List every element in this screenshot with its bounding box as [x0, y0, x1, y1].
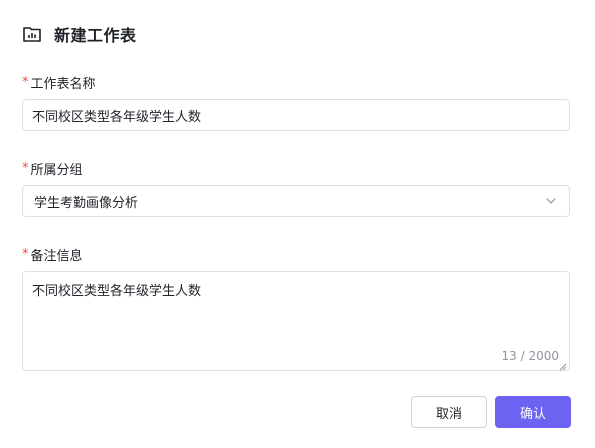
group-label: * 所属分组: [22, 159, 83, 178]
group-label-text: 所属分组: [30, 163, 83, 178]
notes-label: * 备注信息: [22, 245, 83, 264]
worksheet-name-input[interactable]: 不同校区类型各年级学生人数: [22, 99, 570, 131]
notes-textarea[interactable]: 不同校区类型各年级学生人数 13 / 2000: [22, 271, 570, 371]
new-worksheet-dialog: 新建工作表 * 工作表名称 不同校区类型各年级学生人数 * 所属分组 学生考勤画…: [0, 0, 595, 448]
name-label: * 工作表名称: [22, 73, 96, 92]
char-counter: 13 / 2000: [501, 349, 559, 363]
group-selected-value: 学生考勤画像分析: [34, 195, 139, 211]
notes-label-text: 备注信息: [30, 249, 83, 264]
dialog-header: 新建工作表: [22, 22, 137, 46]
folder-chart-icon: [22, 24, 42, 44]
group-select[interactable]: 学生考勤画像分析: [22, 185, 570, 217]
name-label-text: 工作表名称: [30, 77, 96, 92]
required-mark: *: [22, 75, 29, 90]
confirm-button[interactable]: 确认: [495, 396, 571, 428]
notes-value: 不同校区类型各年级学生人数: [32, 284, 202, 299]
resize-handle-icon[interactable]: [559, 360, 567, 371]
chevron-down-icon: [544, 194, 558, 208]
cancel-button[interactable]: 取消: [411, 396, 487, 428]
required-mark: *: [22, 247, 29, 262]
dialog-title: 新建工作表: [54, 26, 137, 45]
worksheet-name-value: 不同校区类型各年级学生人数: [32, 109, 202, 125]
required-mark: *: [22, 161, 29, 176]
